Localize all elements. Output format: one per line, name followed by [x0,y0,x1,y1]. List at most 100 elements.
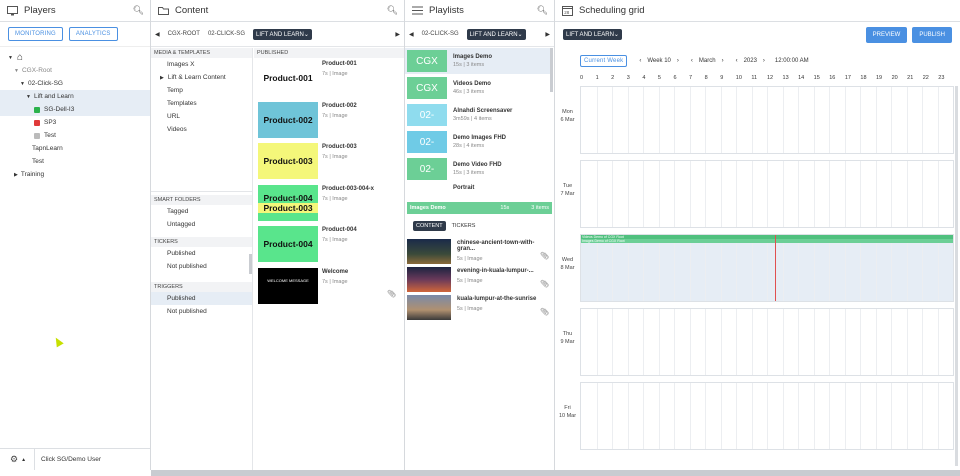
horizontal-scrollbar[interactable] [151,470,960,476]
tree-item-lift-and-learn[interactable]: ▼ Lift and Learn [0,90,150,103]
playlist-media-item[interactable]: kuala-lumpur-at-the-sunrise 5s | Image 📎︎ [405,294,553,321]
content-title: Content [175,5,209,16]
playlist-item[interactable]: 02- Alnahdi Screensaver 3m59s | 4 items [405,102,553,128]
hour-label: 6 [673,75,677,81]
gear-icon[interactable]: ⚙ [10,454,18,465]
tickers-not-published[interactable]: Not published [151,260,252,273]
tree-item-test-player[interactable]: Test [0,129,150,142]
smart-untagged[interactable]: Untagged [151,218,252,231]
playlist-item[interactable]: Portrait [405,183,553,196]
footer-user: Click SG/Demo User [41,456,101,463]
tree-item-02-click-sg[interactable]: ▼ 02-Click-SG [0,77,150,90]
playlist-item[interactable]: CGX Videos Demo 46s | 3 items [405,75,553,101]
smart-folders-header: SMART FOLDERS [151,195,252,205]
day-row[interactable] [580,382,954,450]
arrow-right-icon[interactable]: ▶ [395,31,400,38]
day-row[interactable]: Videos Demo of CGX Root Images Demo of CG… [580,234,954,302]
playlist-media-item[interactable]: evening-in-kuala-lumpur-... 5s | Image 📎︎ [405,266,553,293]
monitoring-button[interactable]: MONITORING [8,27,63,41]
content-name: Product-003 [322,144,357,150]
status-offline-icon [34,119,40,126]
triggers-not-published[interactable]: Not published [151,305,252,318]
week-prev-icon[interactable]: ‹ [639,58,641,64]
playlist-item[interactable]: CGX Images Demo 15s | 3 items [405,48,553,74]
tickers-published[interactable]: Published [151,247,252,260]
tree-item-training[interactable]: ▶ Training [0,168,150,181]
content-item[interactable]: Product-001 Product-001 7s | Image [254,58,404,98]
preview-button[interactable]: PREVIEW [865,26,908,43]
tree-item-test[interactable]: Test [0,155,150,168]
crumb-cgx-root[interactable]: CGX-ROOT [168,31,200,37]
content-panel: Content 🔍︎ ◀ CGX-ROOT 02-CLICK-SG LIFT A… [151,0,405,470]
content-item[interactable]: Product-003 Product-003 7s | Image [254,141,404,181]
playlist-item[interactable]: 02- Demo Images FHD 28s | 4 items [405,129,553,155]
content-item[interactable]: Product-004 Product-004 7s | Image [254,224,404,264]
year-prev-icon[interactable]: ‹ [736,58,738,64]
folder-temp[interactable]: Temp [151,84,252,97]
current-week-button[interactable]: Current Week [580,55,628,67]
hour-label: 16 [829,75,836,81]
month-next-icon[interactable]: › [722,58,724,64]
arrow-right-icon[interactable]: ▶ [545,31,550,38]
hour-label: 20 [891,75,898,81]
year-next-icon[interactable]: › [763,58,765,64]
playlist-scrollbar[interactable] [550,48,553,92]
month-prev-icon[interactable]: ‹ [691,58,693,64]
grid-scrollbar[interactable] [955,86,958,466]
folder-templates[interactable]: Templates [151,97,252,110]
folder-url[interactable]: URL [151,110,252,123]
search-icon[interactable]: 🔍︎ [537,5,548,16]
playlist-thumbnail: CGX [407,77,447,99]
paperclip-icon[interactable]: 📎︎ [540,280,549,288]
tree-item-sg-dell-i3[interactable]: SG-Dell-I3 [0,103,150,116]
crumb-lift-and-learn[interactable]: LIFT AND LEARN⌄ [563,29,622,40]
content-item[interactable]: WELCOME MESSAGE Welcome 7s | Image 📎︎ [254,266,404,306]
crumb-lift-and-learn[interactable]: LIFT AND LEARN⌄ [252,28,312,40]
triggers-published[interactable]: Published [151,292,252,305]
day-label: Fri 10 Mar [558,405,577,419]
day-row[interactable] [580,308,954,376]
tree-item-sp3[interactable]: SP3 [0,116,150,129]
schedule-event[interactable]: Images Demo of CGX Root [581,239,953,243]
playlist-item[interactable]: 02- Demo Video FHD 15s | 3 items [405,156,553,182]
content-meta: 7s | Image [322,154,348,160]
playlist-media-item[interactable]: chinese-ancient-town-with-gran... 5s | Im… [405,238,553,265]
hour-label: 5 [657,75,661,81]
smart-tagged[interactable]: Tagged [151,205,252,218]
hour-label: 13 [782,75,789,81]
arrow-left-icon[interactable]: ◀ [409,31,414,38]
analytics-button[interactable]: ANALYTICS [68,27,118,41]
folder-videos[interactable]: Videos [151,123,252,136]
crumb-02-click-sg[interactable]: 02-CLICK-SG [208,31,245,37]
hour-label: 22 [922,75,929,81]
folder-lift-learn-content[interactable]: ▶ Lift & Learn Content [151,71,252,84]
tree-item-cgx-root[interactable]: ▼ CGX-Root [0,64,150,77]
folder-images-x[interactable]: Images X [151,58,252,71]
tree-root[interactable]: ▼ ⌂ [0,51,150,64]
content-thumbnail: Product-004 Product-003 [258,184,318,221]
arrow-left-icon[interactable]: ◀ [155,31,160,38]
tab-tickers[interactable]: TICKERS [452,223,476,229]
paperclip-icon[interactable]: 📎︎ [387,290,396,298]
playlists-title: Playlists [429,5,464,16]
paperclip-icon[interactable]: 📎︎ [540,308,549,316]
crumb-lift-and-learn[interactable]: LIFT AND LEARN⌄ [466,28,526,40]
content-item[interactable]: Product-004 Product-003 Product-003-004-x 7… [254,183,404,223]
paperclip-icon[interactable]: 📎︎ [540,252,549,260]
search-icon[interactable]: 🔍︎ [387,5,398,16]
publish-button[interactable]: PUBLISH [912,26,952,43]
tree-item-tapnlearn[interactable]: TapnLearn [0,142,150,155]
scrollbar[interactable] [249,254,252,274]
content-meta: 7s | Image [322,195,348,202]
crumb-02-click-sg[interactable]: 02-CLICK-SG [422,31,459,37]
caret-up-icon[interactable]: ▲ [21,457,26,463]
search-icon[interactable]: 🔍︎ [133,5,144,16]
day-row[interactable] [580,160,954,228]
content-item[interactable]: Product-002 Product-002 7s | Image [254,100,404,140]
playlist-name: Portrait [453,185,475,191]
tab-content[interactable]: CONTENT [413,221,446,231]
day-row[interactable] [580,86,954,154]
day-label: Thu 9 Mar [560,331,575,345]
week-next-icon[interactable]: › [677,58,679,64]
playlist-name: Demo Video FHD [453,162,502,168]
